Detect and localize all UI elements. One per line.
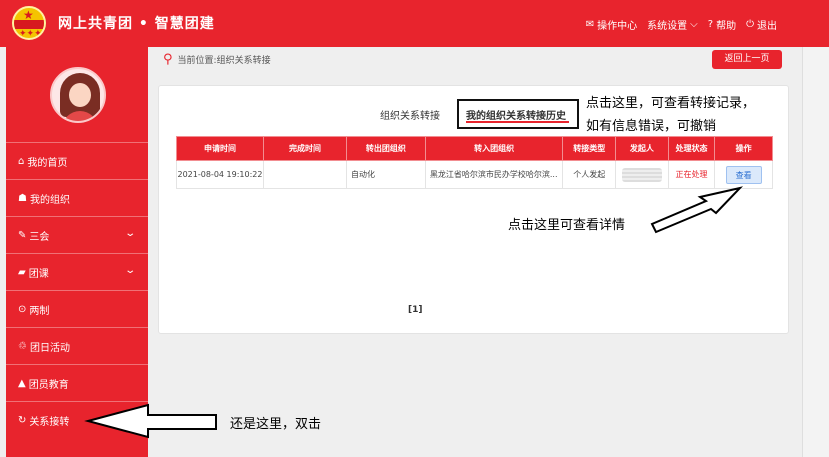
right-scroll-area xyxy=(802,47,829,457)
top-header: ★ ✦✦✦ 网上共青团 • 智慧团建 ✉ 操作中心 系统设置 ⌵ ? 帮助 ⏻ 退… xyxy=(0,0,829,47)
table-row: 2021-08-04 19:10:22 自动化 黑龙江省哈尔滨市民办学校哈尔滨.… xyxy=(176,160,773,189)
sidebar-item-education[interactable]: ▲ 团员教育 xyxy=(6,364,148,401)
users-icon: ☗ xyxy=(18,192,27,204)
column-header: 转入团组织 xyxy=(424,136,564,161)
breadcrumb: ⚲ 当前位置:组织关系转接 xyxy=(163,52,271,67)
nav-logout[interactable]: ⏻ 退出 xyxy=(746,17,777,32)
table-header-row: 申请时间 完成时间 转出团组织 转入团组织 转接类型 发起人 处理状态 操作 xyxy=(176,136,773,161)
cell-action: 查看 xyxy=(714,160,773,189)
sidebar-item-home[interactable]: ⌂ 我的首页 xyxy=(6,142,148,179)
column-header: 发起人 xyxy=(615,136,669,161)
chevron-down-icon: ⌄ xyxy=(123,228,136,239)
cell-initiator xyxy=(615,160,669,189)
back-button[interactable]: 返回上一页 xyxy=(712,50,782,69)
sidebar-item-league-class[interactable]: ▰ 团课 ⌄ xyxy=(6,253,148,290)
refresh-icon: ↻ xyxy=(18,414,27,426)
annotation-text: 如有信息错误，可撤销 xyxy=(586,119,717,134)
column-header: 操作 xyxy=(714,136,773,161)
tab-org-transfer[interactable]: 组织关系转接 xyxy=(380,107,440,122)
sidebar-item-meetings[interactable]: ✎ 三会 ⌄ xyxy=(6,216,148,253)
annotation-text: 点击这里可查看详情 xyxy=(508,218,626,233)
cell-apply-time: 2021-08-04 19:10:22 xyxy=(176,160,264,189)
column-header: 转接类型 xyxy=(562,136,617,161)
nav-system-settings[interactable]: 系统设置 ⌵ xyxy=(647,17,698,32)
cell-status: 正在处理 xyxy=(667,160,716,189)
graduation-icon: ▲ xyxy=(18,377,26,389)
sidebar-item-two-systems[interactable]: ⊙ 两制 xyxy=(6,290,148,327)
youth-league-logo-icon: ★ ✦✦✦ xyxy=(12,6,46,40)
column-header: 完成时间 xyxy=(262,136,347,161)
transfer-history-table: 申请时间 完成时间 转出团组织 转入团组织 转接类型 发起人 处理状态 操作 2… xyxy=(176,136,773,189)
sidebar-item-transfer[interactable]: ↻ 关系接转 xyxy=(6,401,148,438)
sidebar-item-label: 三会 xyxy=(29,231,50,243)
sidebar-item-label: 团员教育 xyxy=(28,379,69,391)
sidebar-item-label: 我的首页 xyxy=(27,157,68,169)
column-header: 转出团组织 xyxy=(345,136,426,161)
column-header: 处理状态 xyxy=(667,136,716,161)
cell-from-org: 自动化 xyxy=(345,160,426,189)
sidebar-item-label: 关系接转 xyxy=(29,416,70,428)
sidebar-item-label: 团日活动 xyxy=(29,342,70,354)
sidebar-menu: ⌂ 我的首页 ☗ 我的组织 ✎ 三会 ⌄ ▰ 团课 ⌄ ⊙ 两制 ♲ 团日活动 … xyxy=(6,142,148,438)
nav-help[interactable]: ? 帮助 xyxy=(708,17,736,32)
sidebar-item-league-day[interactable]: ♲ 团日活动 xyxy=(6,327,148,364)
sidebar-item-label: 我的组织 xyxy=(29,194,70,206)
help-icon: ? xyxy=(707,19,714,30)
circle-icon: ⊙ xyxy=(18,303,27,315)
chevron-down-icon: ⌄ xyxy=(123,265,136,276)
sidebar-item-my-org[interactable]: ☗ 我的组织 xyxy=(6,179,148,216)
site-brand: 网上共青团 • 智慧团建 xyxy=(58,16,215,32)
envelope-icon: ✉ xyxy=(585,19,595,30)
location-pin-icon: ⚲ xyxy=(163,52,173,67)
annotation-text: 还是这里，双击 xyxy=(230,417,322,432)
folder-icon: ▰ xyxy=(18,266,26,278)
top-nav: ✉ 操作中心 系统设置 ⌵ ? 帮助 ⏻ 退出 xyxy=(586,17,777,32)
sidebar-item-label: 团课 xyxy=(28,268,49,280)
avatar xyxy=(50,67,106,123)
cell-type: 个人发起 xyxy=(562,160,617,189)
nav-operation-center[interactable]: ✉ 操作中心 xyxy=(586,17,637,32)
sidebar: ⌂ 我的首页 ☗ 我的组织 ✎ 三会 ⌄ ▰ 团课 ⌄ ⊙ 两制 ♲ 团日活动 … xyxy=(6,47,148,457)
sidebar-item-label: 两制 xyxy=(29,305,50,317)
redacted-name xyxy=(621,167,662,182)
cell-finish-time xyxy=(262,160,347,189)
pagination[interactable]: [1] xyxy=(408,305,423,315)
home-icon: ⌂ xyxy=(18,155,25,167)
column-header: 申请时间 xyxy=(176,136,264,161)
chevron-down-icon: ⌵ xyxy=(690,19,698,30)
cell-to-org: 黑龙江省哈尔滨市民办学校哈尔滨... xyxy=(424,160,564,189)
annotation-text: 点击这里，可查看转接记录， xyxy=(586,96,756,111)
view-button[interactable]: 查看 xyxy=(725,165,762,184)
edit-icon: ✎ xyxy=(18,229,27,241)
recycle-icon: ♲ xyxy=(18,340,27,352)
power-icon: ⏻ xyxy=(746,19,754,30)
annotation-highlight-box xyxy=(457,99,579,129)
